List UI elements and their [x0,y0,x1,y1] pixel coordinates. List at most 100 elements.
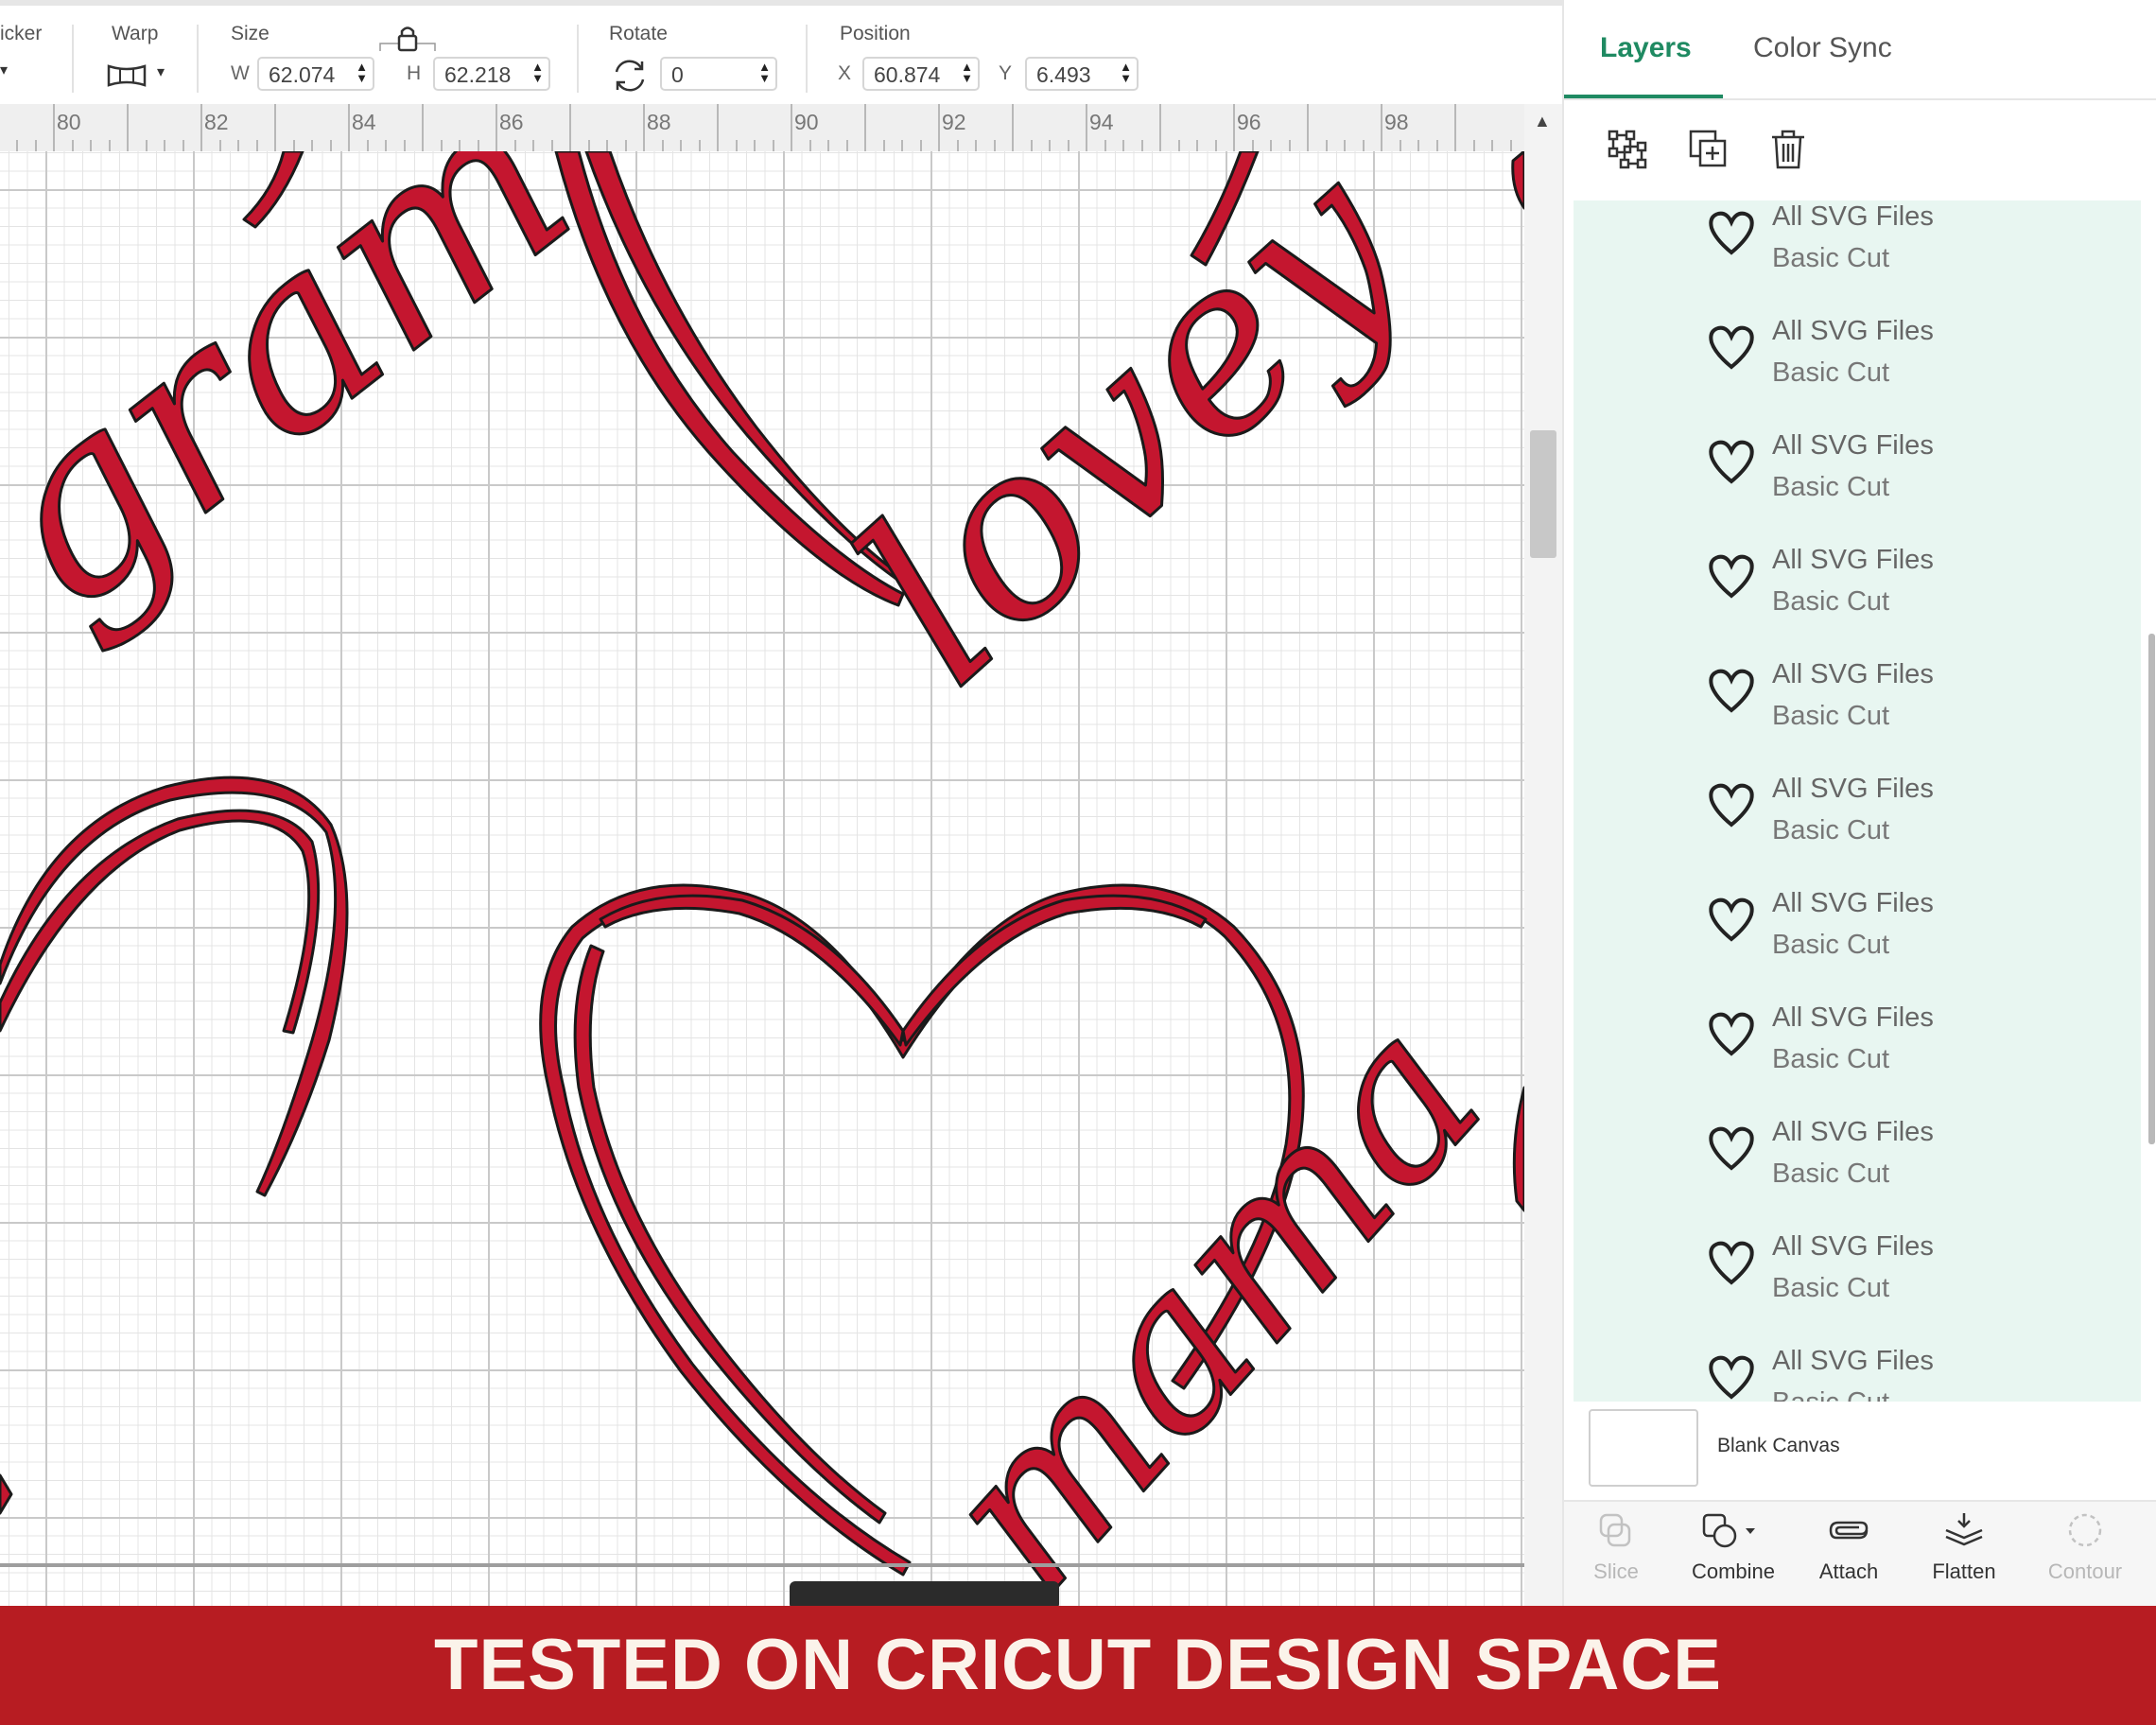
ruler-tick [662,140,664,151]
ruler-number: 92 [942,110,966,134]
width-input[interactable]: 62.074 ▲ ▼ [257,57,374,91]
ruler-tick [478,140,479,151]
width-stepper[interactable]: ▲ ▼ [356,61,368,84]
duplicate-icon[interactable] [1685,126,1732,173]
lock-icon[interactable] [378,23,437,55]
height-stepper[interactable]: ▲ ▼ [531,61,544,84]
rotate-input[interactable]: 0 ▲ ▼ [660,57,777,91]
ruler-tick [827,140,829,151]
group-icon[interactable] [1604,126,1651,173]
ruler-tick [606,140,608,151]
layer-item[interactable]: All SVG Files Basic Cut [1574,1346,2141,1402]
layer-item[interactable]: All SVG Files Basic Cut [1574,774,2141,892]
rotate-stepper[interactable]: ▲ ▼ [758,61,771,84]
layer-item[interactable]: All SVG Files Basic Cut [1574,1002,2141,1121]
ruler-tick [588,140,590,151]
scrollbar-thumb[interactable] [1530,430,1556,558]
layer-list[interactable]: All SVG Files Basic Cut All SVG Files Basic… [1574,200,2141,1402]
ruler-tick [1326,140,1328,151]
blank-canvas-swatch[interactable] [1589,1409,1698,1487]
layer-name: All SVG Files [1772,316,1934,346]
width-value: 62.074 [269,62,336,87]
layer-item[interactable]: All SVG Files Basic Cut [1574,316,2141,434]
ruler-tick [1215,140,1217,151]
heart-icon [1709,1355,1754,1400]
mama-heart[interactable]: mama [539,883,1524,1606]
canvas-word-gram: gram [0,151,620,667]
ruler-tick [883,140,885,151]
ruler-number: 80 [57,110,81,134]
height-label: H [407,62,422,84]
ruler-tick [16,140,18,151]
y-position-input[interactable]: 6.493 ▲ ▼ [1025,57,1139,91]
ruler-tick [1031,140,1033,151]
layer-item[interactable]: All SVG Files Basic Cut [1574,545,2141,663]
slice-button[interactable]: Slice [1564,1511,1668,1584]
warp-dropdown-caret: ▾ [157,64,165,80]
delete-icon[interactable] [1765,126,1812,173]
design-artwork[interactable]: gram lovey mama [0,151,1524,1606]
tab-layers[interactable]: Layers [1600,32,1692,64]
contour-button[interactable]: Contour [2033,1511,2137,1584]
ruler-tick [1104,140,1106,151]
layer-item[interactable]: All SVG Files Basic Cut [1574,1117,2141,1235]
layer-item[interactable]: All SVG Files Basic Cut [1574,659,2141,777]
attach-button[interactable]: Attach [1797,1511,1901,1584]
combine-button[interactable]: Combine [1681,1511,1785,1584]
x-position-input[interactable]: 60.874 ▲ ▼ [862,57,980,91]
canvas-vertical-scrollbar[interactable]: ▲ [1524,104,1562,1606]
ruler-tick [864,104,866,151]
flatten-icon [1945,1513,1983,1546]
ruler-tick [1196,140,1198,151]
layer-name: All SVG Files [1772,201,1934,232]
ruler-tick [183,140,184,151]
ruler-tick [994,140,996,151]
ruler-tick [496,104,497,151]
ruler-tick [367,140,369,151]
layer-item[interactable]: All SVG Files Basic Cut [1574,1231,2141,1350]
ruler-tick [293,140,295,151]
layer-list-scrollbar[interactable] [2148,634,2155,1144]
tab-color-sync[interactable]: Color Sync [1753,32,1892,64]
ruler-tick [146,140,148,151]
layer-item[interactable]: All SVG Files Basic Cut [1574,888,2141,1006]
ruler-tick [1491,140,1493,151]
layer-name: All SVG Files [1772,888,1934,918]
height-value: 62.218 [444,62,512,87]
ruler-number: 96 [1237,110,1261,134]
design-canvas[interactable]: gram lovey mama [0,151,1524,1606]
heart-icon [1709,1241,1754,1285]
flatten-button[interactable]: Flatten [1912,1511,2016,1584]
ruler-tick [1510,140,1512,151]
layer-name: All SVG Files [1772,1231,1934,1262]
ruler-tick [441,140,443,151]
warp-button[interactable]: ▾ [106,61,172,91]
heart-icon [1709,897,1754,942]
layer-name: All SVG Files [1772,1346,1934,1376]
ruler-tick [975,140,977,151]
ruler-tick [1141,140,1143,151]
layer-operation: Basic Cut [1772,1044,1890,1074]
x-position-stepper[interactable]: ▲ ▼ [961,61,973,84]
layer-operation: Basic Cut [1772,357,1890,388]
ruler-number: 82 [204,110,229,134]
rotate-icon[interactable] [611,59,649,93]
contour-icon [2068,1513,2102,1547]
ruler-tick [643,104,645,151]
ruler-tick [422,104,424,151]
ruler-tick [1473,140,1475,151]
blank-canvas-label: Blank Canvas [1717,1435,1840,1456]
layer-operation: Basic Cut [1772,1387,1889,1402]
ruler-tick [1159,104,1161,151]
ruler-tick [1068,140,1069,151]
toolbar-divider [72,25,74,93]
heart-icon [1709,211,1754,255]
ruler-number: 84 [352,110,376,134]
layer-item[interactable]: All SVG Files Basic Cut [1574,430,2141,549]
sticker-dropdown-caret[interactable]: ▾ [0,61,8,79]
layer-item[interactable]: All SVG Files Basic Cut [1574,201,2141,320]
height-input[interactable]: 62.218 ▲ ▼ [433,57,550,91]
scroll-up-arrow[interactable]: ▲ [1534,112,1551,131]
ruler-tick [1086,104,1087,151]
y-position-stepper[interactable]: ▲ ▼ [1120,61,1132,84]
